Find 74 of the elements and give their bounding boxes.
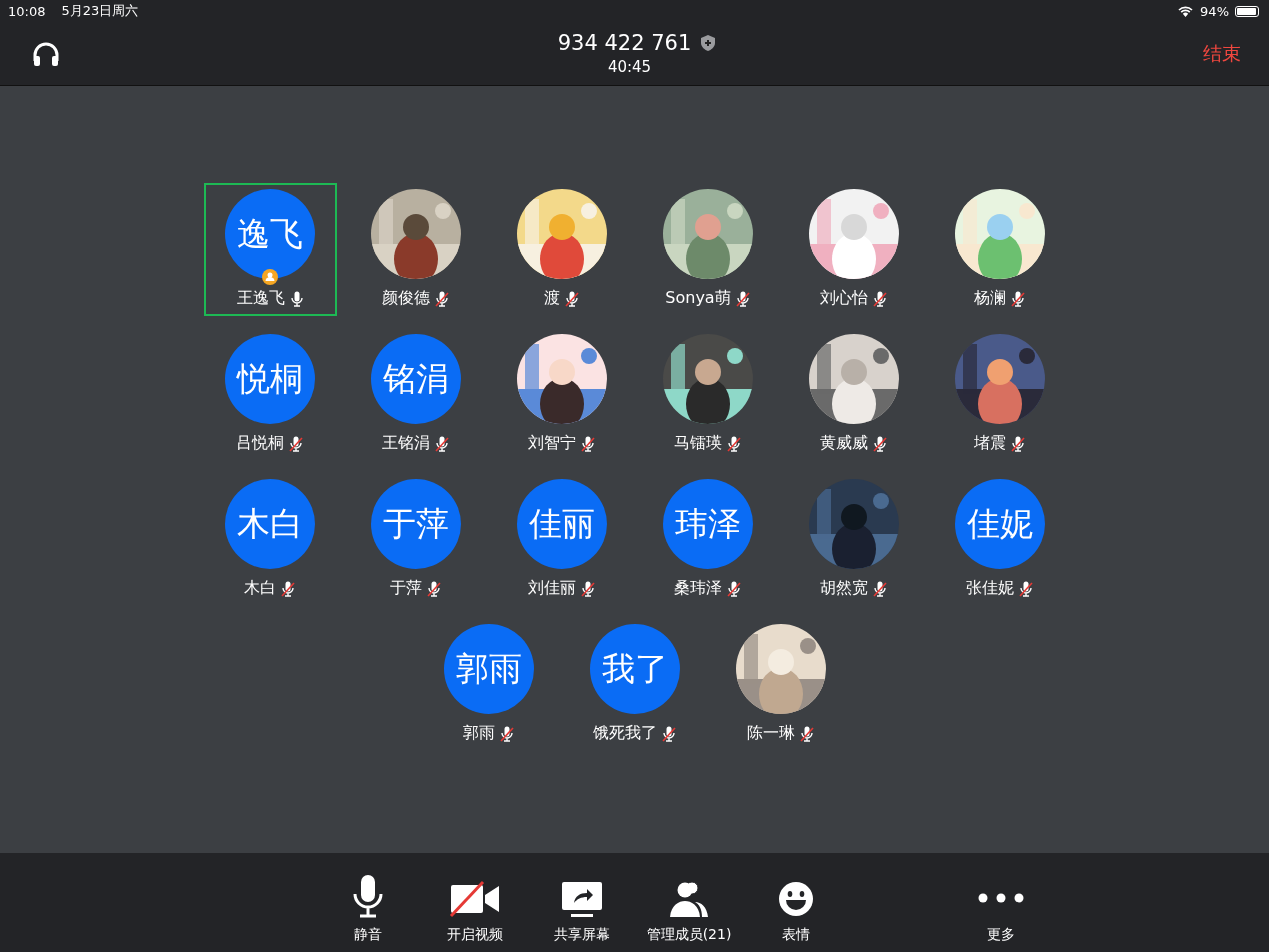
participant-tile[interactable]: 颜俊德 bbox=[342, 183, 489, 328]
share-screen-icon bbox=[561, 880, 603, 918]
avatar: 佳妮 bbox=[954, 479, 1045, 569]
participant-name: 吕悦桐 bbox=[236, 433, 284, 454]
participant-name: Sonya萌 bbox=[665, 288, 731, 309]
emoji-button[interactable]: 表情 bbox=[742, 853, 850, 952]
participant-name: 王铭涓 bbox=[382, 433, 430, 454]
participant-tile[interactable]: 郭雨 郭雨 bbox=[415, 618, 562, 763]
status-time: 10:08 bbox=[8, 3, 46, 19]
video-off-button[interactable]: 开启视频 bbox=[421, 853, 529, 952]
participant-tile[interactable]: 铭涓 王铭涓 bbox=[342, 328, 489, 473]
meeting-id: 934 422 761 bbox=[557, 31, 692, 55]
end-button[interactable]: 结束 bbox=[1199, 36, 1245, 71]
participant-name: 颜俊德 bbox=[382, 288, 430, 309]
participant-tile[interactable]: 堵震 bbox=[926, 328, 1073, 473]
battery-icon bbox=[1235, 5, 1259, 17]
share-button[interactable]: 共享屏幕 bbox=[528, 853, 636, 952]
participant-tile[interactable]: 渡 bbox=[488, 183, 635, 328]
avatar: 于萍 bbox=[370, 479, 461, 569]
status-date: 5月23日周六 bbox=[61, 2, 139, 20]
smiley-icon bbox=[777, 880, 815, 918]
avatar: 玮泽 bbox=[662, 479, 753, 569]
mic-button[interactable]: 静音 bbox=[314, 853, 422, 952]
participant-tile[interactable]: 陈一琳 bbox=[707, 618, 854, 763]
participant-tile[interactable]: 胡然宽 bbox=[780, 473, 927, 618]
participant-name: 渡 bbox=[544, 288, 560, 309]
participant-tile[interactable]: 佳丽 刘佳丽 bbox=[488, 473, 635, 618]
microphone-icon bbox=[351, 874, 385, 918]
avatar: 铭涓 bbox=[370, 334, 461, 424]
shield-icon bbox=[701, 35, 716, 51]
participant-tile[interactable]: 马镭瑛 bbox=[634, 328, 781, 473]
wifi-icon bbox=[1177, 5, 1195, 17]
participant-tile[interactable]: Sonya萌 bbox=[634, 183, 781, 328]
participant-tile[interactable]: 杨澜 bbox=[926, 183, 1073, 328]
participant-tile[interactable]: 于萍 于萍 bbox=[342, 473, 489, 618]
video-off-icon bbox=[449, 880, 501, 918]
members-button[interactable]: 管理成员(21) bbox=[635, 853, 743, 952]
participant-tile[interactable]: 我了 饿死我了 bbox=[561, 618, 708, 763]
participant-tile[interactable]: 玮泽 桑玮泽 bbox=[634, 473, 781, 618]
members-icon bbox=[668, 880, 710, 918]
participant-name: 王逸飞 bbox=[236, 288, 285, 309]
avatar: 我了 bbox=[589, 624, 680, 714]
headphones-icon[interactable] bbox=[32, 40, 60, 67]
participant-tile[interactable]: 刘智宁 bbox=[488, 328, 635, 473]
participant-tile[interactable]: 佳妮 张佳妮 bbox=[926, 473, 1073, 618]
participant-name: 郭雨 bbox=[463, 723, 495, 744]
participant-name: 陈一琳 bbox=[747, 723, 795, 744]
participant-name: 黄威威 bbox=[820, 433, 868, 454]
participant-tile[interactable]: 刘心怡 bbox=[780, 183, 927, 328]
participant-name: 饿死我了 bbox=[593, 723, 657, 744]
avatar: 悦桐 bbox=[224, 334, 315, 424]
participant-name: 刘智宁 bbox=[528, 433, 576, 454]
participant-tile[interactable]: 逸飞 王逸飞 bbox=[203, 183, 337, 316]
participant-name: 堵震 bbox=[974, 433, 1006, 454]
participant-tile[interactable]: 黄威威 bbox=[780, 328, 927, 473]
more-button[interactable]: 更多 bbox=[947, 853, 1055, 952]
participant-tile[interactable]: 悦桐 吕悦桐 bbox=[196, 328, 343, 473]
avatar: 佳丽 bbox=[516, 479, 607, 569]
avatar: 逸飞 bbox=[225, 189, 315, 279]
participant-name: 刘心怡 bbox=[820, 288, 868, 309]
meeting-duration: 40:45 bbox=[607, 58, 652, 76]
participant-name: 于萍 bbox=[390, 578, 422, 599]
avatar: 木白 bbox=[224, 479, 315, 569]
more-icon bbox=[977, 892, 1025, 904]
participant-name: 桑玮泽 bbox=[674, 578, 722, 599]
participant-name: 木白 bbox=[244, 578, 276, 599]
participant-tile[interactable]: 木白 木白 bbox=[196, 473, 343, 618]
participant-name: 杨澜 bbox=[974, 288, 1006, 309]
battery-percent: 94% bbox=[1200, 3, 1229, 19]
participant-name: 马镭瑛 bbox=[674, 433, 722, 454]
participant-name: 张佳妮 bbox=[966, 578, 1014, 599]
participant-name: 刘佳丽 bbox=[528, 578, 576, 599]
participant-name: 胡然宽 bbox=[820, 578, 868, 599]
avatar: 郭雨 bbox=[443, 624, 534, 714]
